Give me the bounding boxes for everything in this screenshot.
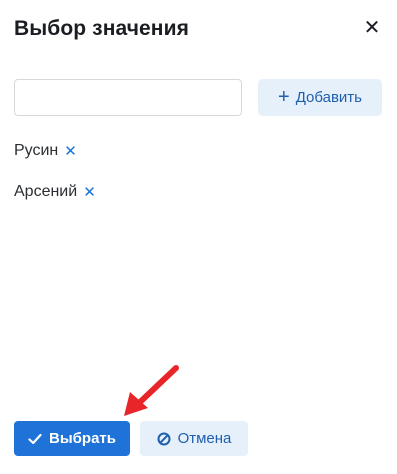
value-input[interactable] [14,79,242,116]
tag-label: Русин [14,142,59,159]
add-button[interactable]: + Добавить [258,79,382,116]
cancel-button-label: Отмена [177,430,232,447]
tag-label: Арсений [14,183,78,200]
remove-icon[interactable]: ✕ [64,144,77,159]
cancel-button[interactable]: Отмена [140,421,248,456]
select-button[interactable]: Выбрать [14,421,130,456]
add-button-label: Добавить [295,89,362,106]
close-icon: ✕ [363,17,381,39]
tag-item: Арсений ✕ [14,183,96,201]
dialog-title: Выбор значения [14,17,189,40]
value-picker-dialog: Выбор значения ✕ + Добавить Русин ✕ Арсе… [0,0,397,474]
check-icon [28,433,42,444]
select-button-label: Выбрать [49,430,116,447]
close-button[interactable]: ✕ [360,16,384,40]
tag-item: Русин ✕ [14,142,77,160]
plus-icon: + [278,85,290,108]
remove-icon[interactable]: ✕ [83,185,96,200]
annotation-arrow [124,365,179,416]
cancel-icon [157,432,171,445]
